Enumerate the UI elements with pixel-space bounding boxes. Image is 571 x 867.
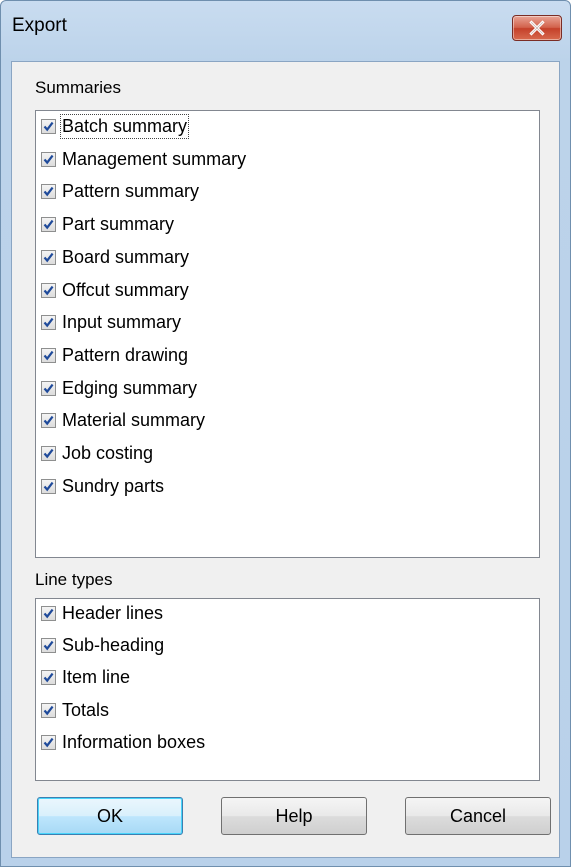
list-item[interactable]: Edging summary — [40, 375, 550, 405]
list-item[interactable]: Item line — [40, 664, 550, 694]
list-item[interactable]: Sundry parts — [40, 473, 550, 503]
list-item-label: Pattern drawing — [62, 344, 189, 365]
checkmark-icon — [43, 220, 54, 230]
checkbox[interactable] — [41, 446, 56, 461]
window-title: Export — [12, 15, 67, 36]
checkbox[interactable] — [41, 347, 56, 363]
list-item-label: Batch summary — [59, 114, 190, 139]
list-item-label: Totals — [62, 699, 110, 720]
list-item-label: Sundry parts — [62, 475, 165, 496]
list-item[interactable]: Part summary — [40, 211, 550, 241]
checkbox[interactable] — [41, 670, 56, 686]
export-dialog: Export Summaries Batch summary Management… — [0, 0, 571, 867]
list-item-label: Edging summary — [62, 377, 198, 398]
list-item[interactable]: Input summary — [40, 309, 550, 339]
title-bar[interactable]: Export — [1, 1, 570, 61]
checkmark-icon — [43, 448, 54, 459]
list-item[interactable]: Header lines — [40, 600, 550, 630]
list-item[interactable]: Batch summary — [40, 113, 552, 143]
checkmark-icon — [43, 285, 54, 295]
checkbox[interactable] — [41, 413, 56, 429]
checkmark-icon — [43, 608, 54, 619]
list-item[interactable]: Job costing — [40, 440, 550, 470]
checkmark-icon — [43, 737, 54, 748]
list-item-label: Board summary — [62, 246, 190, 267]
checkmark-icon — [43, 481, 54, 492]
checkbox[interactable] — [41, 249, 56, 265]
checkbox[interactable] — [41, 734, 56, 750]
list-item-label: Job costing — [62, 443, 154, 463]
list-item-label: Part summary — [62, 214, 175, 235]
help-button[interactable]: Help — [221, 797, 367, 835]
checkbox[interactable] — [41, 478, 56, 494]
list-item[interactable]: Pattern summary — [40, 178, 550, 208]
list-item-label: Management summary — [62, 148, 247, 169]
checkmark-icon — [43, 383, 54, 393]
list-item-label: Sub-heading — [62, 635, 165, 656]
checkmark-icon — [43, 350, 54, 361]
checkmark-icon — [43, 416, 54, 426]
list-item-label: Material summary — [62, 410, 206, 431]
summaries-list[interactable]: Batch summary Management summary Pattern s… — [35, 110, 540, 558]
list-item-label: Header lines — [62, 603, 164, 623]
list-item[interactable]: Information boxes — [40, 729, 550, 759]
checkbox[interactable] — [41, 380, 56, 396]
list-item[interactable]: Material summary — [40, 407, 550, 437]
list-item[interactable]: Pattern drawing — [40, 342, 550, 372]
checkbox[interactable] — [41, 119, 56, 134]
checkbox[interactable] — [41, 217, 56, 233]
checkmark-icon — [43, 641, 54, 651]
checkmark-icon — [43, 252, 54, 263]
checkbox[interactable] — [41, 184, 56, 200]
checkmark-icon — [43, 673, 54, 683]
list-item-label: Input summary — [62, 312, 182, 333]
close-icon — [529, 20, 545, 36]
ok-button[interactable]: OK — [37, 797, 183, 835]
list-item-label: Offcut summary — [62, 279, 189, 300]
list-item-label: Information boxes — [62, 731, 206, 752]
list-item[interactable]: Sub-heading — [40, 632, 550, 662]
line-types-list[interactable]: Header lines Sub-heading Item line Totals In… — [35, 598, 540, 781]
checkbox[interactable] — [41, 315, 56, 331]
line-types-label: Line types — [35, 570, 113, 589]
list-item[interactable]: Management summary — [40, 146, 550, 176]
checkbox[interactable] — [41, 638, 56, 654]
checkmark-icon — [43, 121, 54, 132]
checkmark-icon — [43, 705, 54, 715]
list-item[interactable]: Board summary — [40, 244, 550, 274]
checkbox[interactable] — [41, 702, 56, 718]
checkmark-icon — [43, 187, 54, 197]
checkmark-icon — [43, 318, 54, 328]
list-item-label: Pattern summary — [62, 181, 200, 202]
checkbox[interactable] — [41, 282, 56, 298]
checkbox[interactable] — [41, 151, 56, 167]
dialog-body: Summaries Batch summary Management summar… — [11, 61, 560, 858]
summaries-label: Summaries — [35, 78, 121, 97]
checkbox[interactable] — [41, 606, 56, 621]
list-item-label: Item line — [62, 667, 131, 688]
cancel-button[interactable]: Cancel — [405, 797, 551, 835]
list-item[interactable]: Offcut summary — [40, 277, 550, 307]
close-button[interactable] — [512, 15, 562, 41]
list-item[interactable]: Totals — [40, 697, 550, 727]
checkmark-icon — [43, 154, 54, 165]
